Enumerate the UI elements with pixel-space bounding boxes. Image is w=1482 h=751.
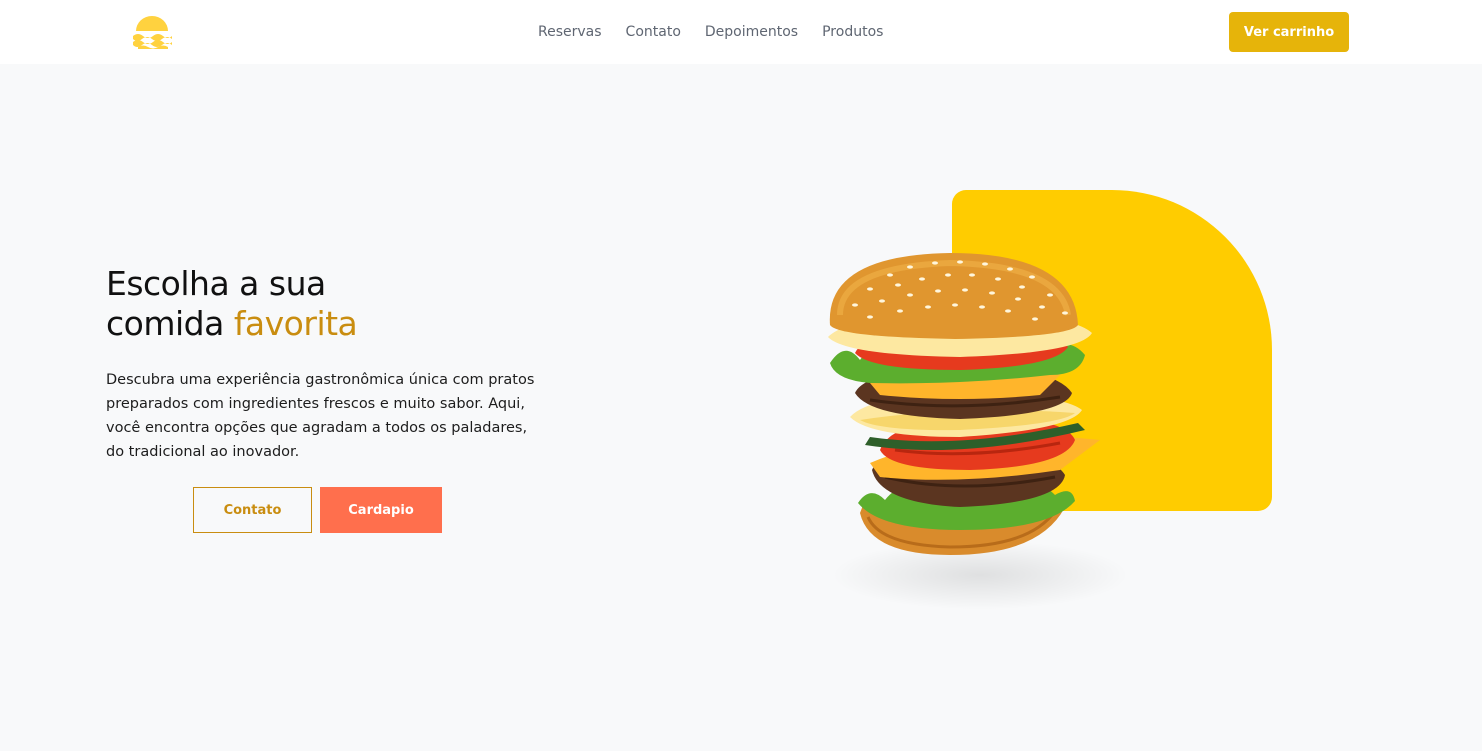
- hero-description: Descubra uma experiência gastronômica ún…: [106, 372, 535, 460]
- nav-link-reservas[interactable]: Reservas: [538, 24, 602, 40]
- menu-button[interactable]: Cardapio: [320, 487, 442, 533]
- contact-button[interactable]: Contato: [193, 487, 312, 533]
- hero-title-line2-prefix: comida: [106, 304, 234, 343]
- hero-title: Escolha a sua comida favorita: [106, 264, 358, 344]
- nav-link-produtos[interactable]: Produtos: [822, 24, 883, 40]
- view-cart-button[interactable]: Ver carrinho: [1229, 12, 1349, 52]
- hero-title-line1: Escolha a sua: [106, 264, 326, 303]
- burger-image: [828, 253, 1100, 555]
- hero-title-highlight: favorita: [233, 304, 358, 343]
- nav-link-contato[interactable]: Contato: [626, 24, 681, 40]
- main-nav: Reservas Contato Depoimentos Produtos: [538, 0, 883, 64]
- nav-link-depoimentos[interactable]: Depoimentos: [705, 24, 798, 40]
- navbar: Reservas Contato Depoimentos Produtos Ve…: [0, 0, 1482, 64]
- sun-waves-icon[interactable]: [132, 16, 172, 49]
